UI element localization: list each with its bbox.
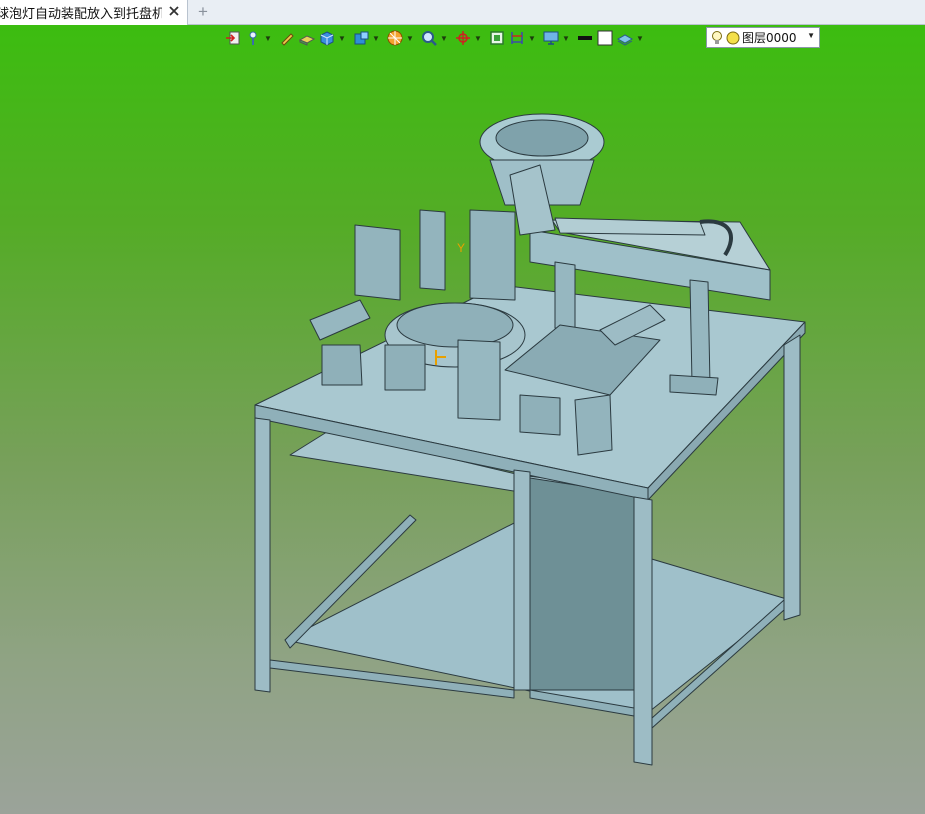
view-toolbar: ▼ ▼ ▼ ▼ ▼ ▼ ▼ ▼ ▼ bbox=[224, 26, 650, 50]
plus-icon[interactable]: + bbox=[198, 3, 208, 21]
light-probe-icon[interactable] bbox=[244, 29, 262, 47]
chevron-down-icon[interactable]: ▼ bbox=[562, 29, 570, 47]
eraser-icon[interactable] bbox=[298, 29, 316, 47]
chevron-down-icon[interactable]: ▼ bbox=[440, 29, 448, 47]
chevron-down-icon[interactable]: ▼ bbox=[636, 29, 644, 47]
section-view-icon[interactable] bbox=[386, 29, 404, 47]
chevron-down-icon[interactable]: ▼ bbox=[474, 29, 482, 47]
chevron-down-icon[interactable]: ▼ bbox=[338, 29, 346, 47]
coordinate-axis-icon[interactable] bbox=[454, 29, 472, 47]
display-monitor-icon[interactable] bbox=[542, 29, 560, 47]
layer-stack-icon[interactable] bbox=[616, 29, 634, 47]
chevron-down-icon[interactable]: ▼ bbox=[807, 31, 815, 40]
3d-viewport[interactable]: Y bbox=[0, 25, 925, 814]
view-cube-icon[interactable] bbox=[352, 29, 370, 47]
axis-label: Y bbox=[457, 241, 465, 255]
tab-bar: 球泡灯自动装配放入到托盘机] + bbox=[0, 0, 925, 25]
document-tab[interactable]: 球泡灯自动装配放入到托盘机] bbox=[0, 0, 188, 25]
tab-title: 球泡灯自动装配放入到托盘机] bbox=[0, 7, 162, 22]
chevron-down-icon[interactable]: ▼ bbox=[406, 29, 414, 47]
layer-dropdown[interactable]: 图层0000 ▼ bbox=[706, 27, 820, 48]
layer-value: 图层0000 bbox=[742, 31, 797, 45]
machine-model: Y bbox=[254, 113, 806, 766]
green-frame-icon[interactable] bbox=[488, 29, 506, 47]
zoom-view-icon[interactable] bbox=[420, 29, 438, 47]
pencil-icon[interactable] bbox=[278, 29, 296, 47]
bulb-icon[interactable] bbox=[711, 30, 723, 46]
chevron-down-icon[interactable]: ▼ bbox=[264, 29, 272, 47]
fill-color-icon[interactable] bbox=[596, 29, 614, 47]
chevron-down-icon[interactable]: ▼ bbox=[528, 29, 536, 47]
dimension-icon[interactable] bbox=[508, 29, 526, 47]
chevron-down-icon[interactable]: ▼ bbox=[372, 29, 380, 47]
exit-sketch-icon[interactable] bbox=[224, 29, 242, 47]
yellow-circle-icon[interactable] bbox=[726, 31, 740, 45]
close-icon[interactable] bbox=[167, 4, 181, 18]
shaded-cube-icon[interactable] bbox=[318, 29, 336, 47]
line-color-icon[interactable] bbox=[576, 29, 594, 47]
